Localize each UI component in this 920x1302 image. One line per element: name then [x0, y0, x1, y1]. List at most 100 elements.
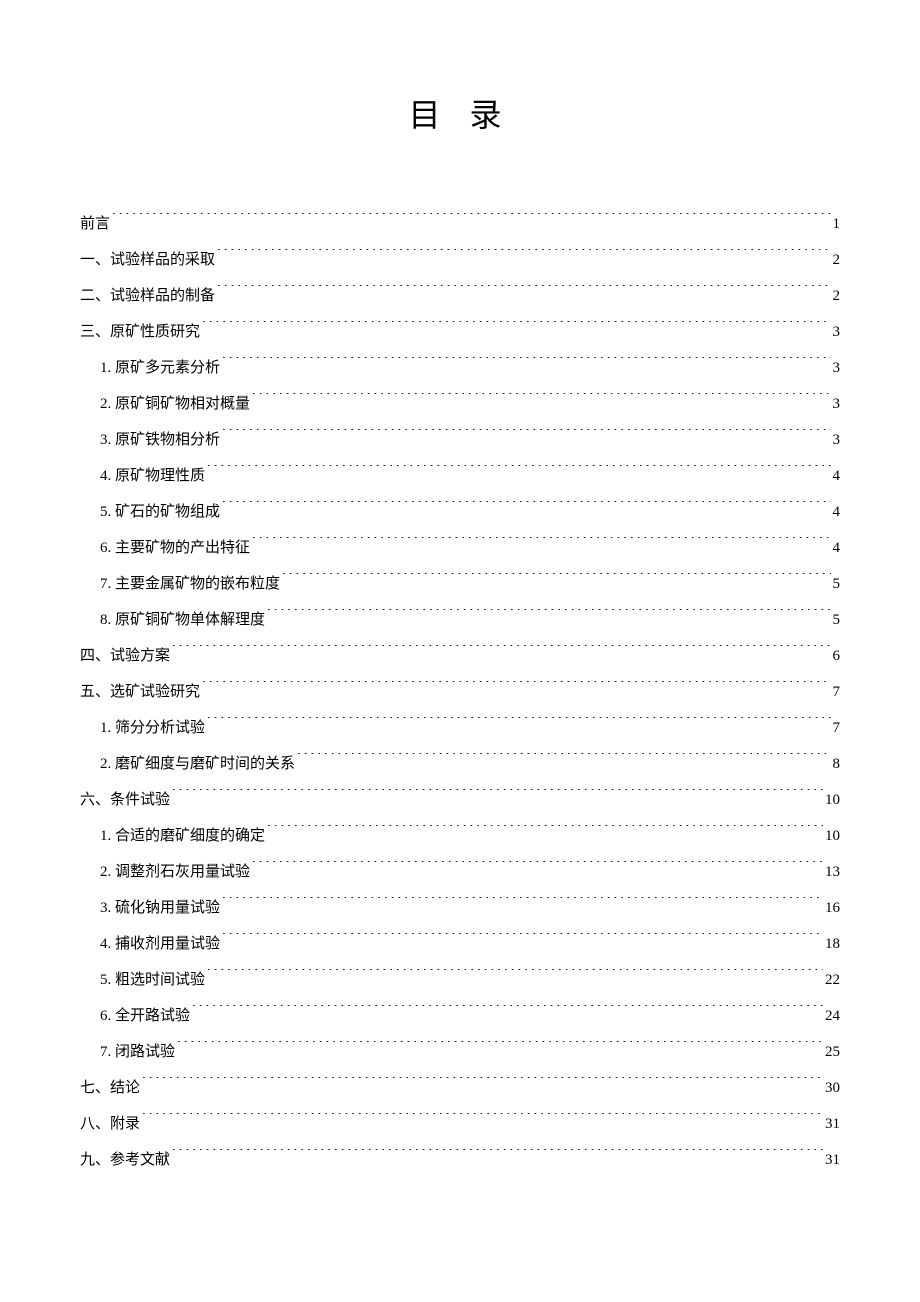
toc-entry-page: 2 — [833, 278, 841, 314]
toc-entry: 1. 合适的磨矿细度的确定 10 — [100, 818, 840, 854]
toc-entry: 四、试验方案 6 — [80, 638, 840, 674]
toc-leader-dots — [112, 213, 830, 228]
toc-leader-dots — [207, 465, 830, 480]
toc-entry: 三、原矿性质研究3 — [80, 314, 840, 350]
toc-entry-page: 4 — [833, 494, 841, 530]
page-title: 目 录 — [80, 90, 840, 136]
toc-entry-label: 1. 原矿多元素分析 — [100, 350, 220, 386]
toc-entry: 八、附录 31 — [80, 1106, 840, 1142]
toc-entry-label: 7. 主要金属矿物的嵌布粒度 — [100, 566, 280, 602]
toc-entry-label: 八、附录 — [80, 1106, 140, 1142]
toc-leader-dots — [207, 969, 823, 984]
toc-entry-page: 6 — [833, 638, 841, 674]
toc-entry: 五、选矿试验研究 7 — [80, 674, 840, 710]
toc-leader-dots — [207, 717, 830, 732]
toc-entry-page: 5 — [833, 566, 841, 602]
toc-entry-label: 8. 原矿铜矿物单体解理度 — [100, 602, 265, 638]
toc-entry-page: 31 — [825, 1142, 840, 1178]
toc-entry-label: 2. 磨矿细度与磨矿时间的关系 — [100, 746, 295, 782]
toc-leader-dots — [172, 789, 823, 804]
toc-entry-page: 3 — [833, 350, 841, 386]
toc-entry-label: 六、条件试验 — [80, 782, 170, 818]
toc-leader-dots — [142, 1077, 823, 1092]
toc-entry-page: 8 — [833, 746, 841, 782]
toc-entry-label: 一、试验样品的采取 — [80, 242, 215, 278]
toc-entry: 前言 1 — [80, 206, 840, 242]
toc-leader-dots — [252, 393, 830, 408]
toc-entry-label: 二、试验样品的制备 — [80, 278, 215, 314]
toc-leader-dots — [202, 681, 830, 696]
toc-entry-page: 13 — [825, 854, 840, 890]
toc-entry-label: 6. 主要矿物的产出特征 — [100, 530, 250, 566]
toc-leader-dots — [297, 753, 830, 768]
toc-entry-label: 3. 硫化钠用量试验 — [100, 890, 220, 926]
toc-leader-dots — [202, 321, 830, 336]
toc-leader-dots — [172, 1149, 823, 1164]
toc-leader-dots — [172, 645, 830, 660]
toc-entry-page: 7 — [833, 674, 841, 710]
toc-entry-page: 16 — [825, 890, 840, 926]
toc-entry: 一、试验样品的采取2 — [80, 242, 840, 278]
toc-leader-dots — [267, 825, 823, 840]
toc-entry: 7. 主要金属矿物的嵌布粒度 5 — [100, 566, 840, 602]
toc-entry-label: 5. 矿石的矿物组成 — [100, 494, 220, 530]
toc-entry-page: 3 — [833, 422, 841, 458]
toc-entry: 3. 硫化钠用量试验 16 — [100, 890, 840, 926]
toc-entry: 九、参考文献 31 — [80, 1142, 840, 1178]
toc-leader-dots — [217, 285, 830, 300]
toc-entry: 7. 闭路试验 25 — [100, 1034, 840, 1070]
toc-entry-label: 前言 — [80, 206, 110, 242]
toc-entry-label: 九、参考文献 — [80, 1142, 170, 1178]
toc-entry-label: 五、选矿试验研究 — [80, 674, 200, 710]
toc-entry: 1. 筛分分析试验7 — [100, 710, 840, 746]
toc-leader-dots — [222, 933, 823, 948]
toc-entry: 七、结论30 — [80, 1070, 840, 1106]
toc-entry-page: 7 — [833, 710, 841, 746]
toc-leader-dots — [222, 357, 830, 372]
toc-leader-dots — [177, 1041, 823, 1056]
toc-entry-page: 30 — [825, 1070, 840, 1106]
toc-entry-label: 6. 全开路试验 — [100, 998, 190, 1034]
toc-leader-dots — [267, 609, 830, 624]
toc-leader-dots — [252, 861, 823, 876]
toc-entry: 5. 粗选时间试验 22 — [100, 962, 840, 998]
toc-entry: 4. 捕收剂用量试验18 — [100, 926, 840, 962]
toc-entry-page: 22 — [825, 962, 840, 998]
toc-entry: 二、试验样品的制备 2 — [80, 278, 840, 314]
toc-entry: 2. 磨矿细度与磨矿时间的关系 8 — [100, 746, 840, 782]
toc-entry-label: 三、原矿性质研究 — [80, 314, 200, 350]
toc-entry-page: 25 — [825, 1034, 840, 1070]
toc-entry: 4. 原矿物理性质 4 — [100, 458, 840, 494]
toc-leader-dots — [252, 537, 830, 552]
toc-leader-dots — [217, 249, 830, 264]
toc-entry-label: 4. 原矿物理性质 — [100, 458, 205, 494]
toc-entry-label: 四、试验方案 — [80, 638, 170, 674]
toc-entry: 6. 主要矿物的产出特征 4 — [100, 530, 840, 566]
toc-leader-dots — [192, 1005, 823, 1020]
toc-entry-page: 10 — [825, 782, 840, 818]
toc-entry-page: 4 — [833, 530, 841, 566]
toc-entry-page: 4 — [833, 458, 841, 494]
toc-entry-page: 10 — [825, 818, 840, 854]
toc-entry-page: 24 — [825, 998, 840, 1034]
toc-leader-dots — [222, 501, 830, 516]
toc-entry: 3. 原矿铁物相分析 3 — [100, 422, 840, 458]
toc-entry-label: 2. 原矿铜矿物相对概量 — [100, 386, 250, 422]
toc-entry: 2. 原矿铜矿物相对概量3 — [100, 386, 840, 422]
table-of-contents: 前言1一、试验样品的采取2二、试验样品的制备2三、原矿性质研究31. 原矿多元素… — [80, 206, 840, 1178]
toc-leader-dots — [222, 429, 830, 444]
toc-entry-label: 4. 捕收剂用量试验 — [100, 926, 220, 962]
toc-entry-label: 7. 闭路试验 — [100, 1034, 175, 1070]
toc-entry-label: 5. 粗选时间试验 — [100, 962, 205, 998]
toc-entry: 8. 原矿铜矿物单体解理度5 — [100, 602, 840, 638]
toc-entry: 5. 矿石的矿物组成 4 — [100, 494, 840, 530]
toc-entry: 6. 全开路试验 24 — [100, 998, 840, 1034]
toc-leader-dots — [222, 897, 823, 912]
toc-leader-dots — [142, 1113, 823, 1128]
toc-entry: 六、条件试验 10 — [80, 782, 840, 818]
toc-entry: 1. 原矿多元素分析 3 — [100, 350, 840, 386]
toc-entry-label: 3. 原矿铁物相分析 — [100, 422, 220, 458]
toc-entry-page: 31 — [825, 1106, 840, 1142]
toc-entry-page: 1 — [833, 206, 841, 242]
toc-entry-label: 1. 合适的磨矿细度的确定 — [100, 818, 265, 854]
